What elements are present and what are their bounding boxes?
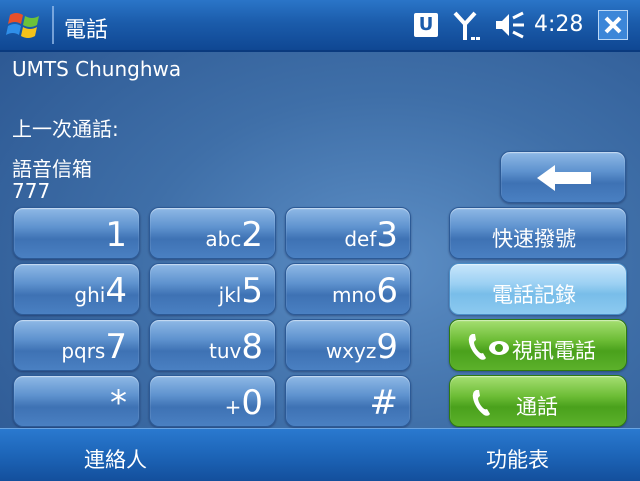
u-icon[interactable]: U xyxy=(414,13,438,37)
key-7[interactable]: pqrs7 xyxy=(13,319,140,371)
voicemail-number: 777 xyxy=(12,179,51,203)
key-2[interactable]: abc2 xyxy=(149,207,276,259)
key-5[interactable]: jkl5 xyxy=(149,263,276,315)
key-3[interactable]: def3 xyxy=(285,207,411,259)
voicemail-label: 語音信箱 xyxy=(12,157,92,181)
clock[interactable]: 4:28 xyxy=(534,12,583,37)
key-digit: # xyxy=(369,383,399,423)
video-call-label: 視訊電話 xyxy=(512,339,596,363)
key-letters: pqrs xyxy=(61,339,106,363)
key-letters: def xyxy=(344,227,377,251)
key-4[interactable]: ghi4 xyxy=(13,263,140,315)
key-digit: 8 xyxy=(241,327,263,367)
key-letters: tuv xyxy=(209,339,242,363)
signal-icon[interactable] xyxy=(452,10,482,42)
back-arrow-icon xyxy=(537,165,591,191)
key-digit: 1 xyxy=(105,215,127,255)
call-history-label: 電話記錄 xyxy=(492,283,576,307)
operator-name: UMTS Chunghwa xyxy=(12,57,182,81)
key-letters: ghi xyxy=(74,283,106,307)
backspace-button[interactable] xyxy=(500,151,626,203)
key-9[interactable]: wxyz9 xyxy=(285,319,411,371)
contacts-soft-key[interactable]: 連絡人 xyxy=(84,444,147,474)
key-star[interactable]: * xyxy=(13,375,140,427)
key-digit: 9 xyxy=(376,327,398,367)
talk-label: 通話 xyxy=(516,395,558,419)
key-digit: 4 xyxy=(105,271,127,311)
key-8[interactable]: tuv8 xyxy=(149,319,276,371)
talk-button[interactable]: 通話 xyxy=(449,375,627,427)
key-letters: + xyxy=(224,395,242,419)
key-letters: jkl xyxy=(218,283,242,307)
key-digit: 6 xyxy=(376,271,398,311)
title-separator xyxy=(52,6,54,44)
phone-icon xyxy=(472,390,490,416)
key-digit: 7 xyxy=(105,327,127,367)
app-title: 電話 xyxy=(64,18,109,43)
last-call-label: 上一次通話: xyxy=(12,117,119,141)
key-1[interactable]: 1 xyxy=(13,207,140,259)
call-history-button[interactable]: 電話記錄 xyxy=(449,263,627,315)
key-letters: wxyz xyxy=(325,339,377,363)
key-hash[interactable]: # xyxy=(285,375,411,427)
key-0[interactable]: +0 xyxy=(149,375,276,427)
close-icon xyxy=(604,16,622,34)
key-6[interactable]: mno6 xyxy=(285,263,411,315)
video-call-button[interactable]: 視訊電話 xyxy=(449,319,627,371)
video-call-icon xyxy=(468,334,509,360)
key-digit: 2 xyxy=(241,215,263,255)
speed-dial-label: 快速撥號 xyxy=(492,227,576,251)
key-digit: 5 xyxy=(241,271,263,311)
volume-icon[interactable] xyxy=(494,11,526,39)
windows-start-icon[interactable] xyxy=(6,7,44,43)
key-digit: 3 xyxy=(376,215,398,255)
close-button[interactable] xyxy=(598,10,628,40)
title-bar: 電話 U 4:28 xyxy=(0,0,640,52)
key-digit: 0 xyxy=(241,383,263,423)
soft-key-bar: 連絡人 功能表 xyxy=(0,428,640,481)
menu-soft-key[interactable]: 功能表 xyxy=(486,444,549,474)
speed-dial-button[interactable]: 快速撥號 xyxy=(449,207,627,259)
key-letters: mno xyxy=(331,283,377,307)
key-letters: abc xyxy=(205,227,242,251)
key-digit: * xyxy=(110,383,127,423)
